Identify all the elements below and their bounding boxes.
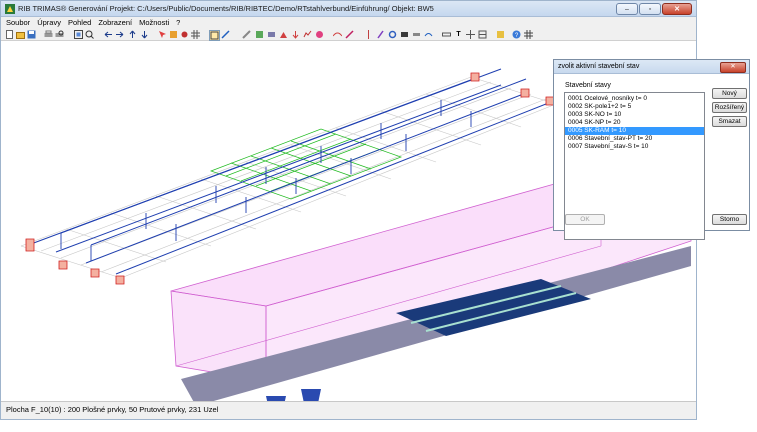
zoom-window-icon[interactable] — [466, 30, 475, 39]
title-bar[interactable]: RIB TRIMAS® Generování Projekt: C:/Users… — [1, 1, 696, 17]
dialog-title: zvolit aktivní stavební stav — [558, 63, 640, 70]
maximize-button[interactable]: ▫ — [639, 3, 661, 15]
app-icon — [5, 4, 15, 14]
open-folder-icon[interactable] — [16, 30, 25, 39]
table-icon[interactable] — [400, 30, 409, 39]
toolbar: T ? — [1, 28, 696, 41]
load-icon[interactable] — [291, 30, 300, 39]
zoom-icon[interactable] — [85, 30, 94, 39]
list-item[interactable]: 0004 SK-NP t= 20 — [565, 119, 704, 127]
window-controls: – ▫ ✕ — [616, 3, 692, 15]
select-icon[interactable] — [158, 30, 167, 39]
minimize-button[interactable]: – — [616, 3, 638, 15]
arrow-left-icon[interactable] — [104, 30, 113, 39]
print-preview-icon[interactable] — [55, 30, 64, 39]
menu-soubor[interactable]: Soubor — [6, 17, 30, 28]
save-icon[interactable] — [27, 30, 36, 39]
arrow-right-icon[interactable] — [115, 30, 124, 39]
list-item[interactable]: 0003 SK-NO t= 10 — [565, 111, 704, 119]
dialog-title-bar[interactable]: zvolit aktivní stavební stav ✕ — [554, 60, 749, 74]
new-file-icon[interactable] — [5, 30, 14, 39]
zoom-extents-icon[interactable] — [74, 30, 83, 39]
cancel-button[interactable]: Storno — [712, 214, 747, 225]
node-icon[interactable] — [180, 30, 189, 39]
grid-toggle-icon[interactable] — [524, 30, 533, 39]
element-tool-icon[interactable] — [376, 30, 385, 39]
print-icon[interactable] — [44, 30, 53, 39]
layers-icon[interactable] — [255, 30, 264, 39]
grid-icon[interactable] — [191, 30, 200, 39]
close-button[interactable]: ✕ — [662, 3, 692, 15]
pointer-icon[interactable] — [345, 30, 354, 39]
menu-upravy[interactable]: Úpravy — [37, 17, 61, 28]
palette-icon[interactable] — [478, 30, 487, 39]
tools-icon[interactable] — [496, 30, 505, 39]
mesh-icon[interactable] — [242, 30, 251, 39]
list-item-selected[interactable]: 0005 SK-RAM t= 10 — [565, 127, 704, 135]
extended-button[interactable]: Rozšířený — [712, 102, 747, 113]
arrow-down-icon[interactable] — [140, 30, 149, 39]
menu-bar: Soubor Úpravy Pohled Zobrazení Možnosti … — [1, 17, 696, 28]
deform-icon[interactable] — [333, 30, 342, 39]
menu-pohled[interactable]: Pohled — [68, 17, 91, 28]
dimension-icon[interactable] — [424, 30, 433, 39]
new-button[interactable]: Nový — [712, 88, 747, 99]
section-icon[interactable] — [388, 30, 397, 39]
spring-icon[interactable] — [412, 30, 421, 39]
view-icon[interactable] — [209, 30, 220, 41]
line-icon[interactable] — [221, 30, 230, 39]
result-icon[interactable] — [303, 30, 312, 39]
text-icon[interactable]: T — [454, 30, 463, 39]
render-icon[interactable] — [267, 30, 276, 39]
stages-group-label: Stavební stavy — [565, 82, 611, 89]
help-icon[interactable]: ? — [512, 30, 521, 39]
list-item[interactable]: 0007 Stavební_stav-S t= 10 — [565, 143, 704, 151]
menu-zobrazeni[interactable]: Zobrazení — [98, 17, 132, 28]
status-bar: Plocha F_10(10) : 200 Plošné prvky, 50 P… — [1, 401, 696, 419]
measure-icon[interactable] — [442, 30, 451, 39]
delete-button[interactable]: Smazat — [712, 116, 747, 127]
arrow-up-icon[interactable] — [128, 30, 137, 39]
list-item[interactable]: 0002 SK-pole1+2 t= 5 — [565, 103, 704, 111]
support-icon[interactable] — [279, 30, 288, 39]
color-icon[interactable] — [315, 30, 324, 39]
move-icon[interactable] — [169, 30, 178, 39]
window-title: RIB TRIMAS® Generování Projekt: C:/Users… — [18, 4, 434, 13]
construction-stage-dialog: zvolit aktivní stavební stav ✕ Stavební … — [553, 59, 750, 240]
list-item[interactable]: 0001 Ocelové_nosníky t= 0 — [565, 95, 704, 103]
list-item[interactable]: 0006 Stavební_stav-PT t= 20 — [565, 135, 704, 143]
menu-help[interactable]: ? — [176, 17, 180, 28]
menu-moznosti[interactable]: Možnosti — [139, 17, 169, 28]
dialog-close-button[interactable]: ✕ — [720, 62, 746, 73]
ok-button[interactable]: OK — [565, 214, 605, 225]
node-tool-icon[interactable] — [364, 30, 373, 39]
